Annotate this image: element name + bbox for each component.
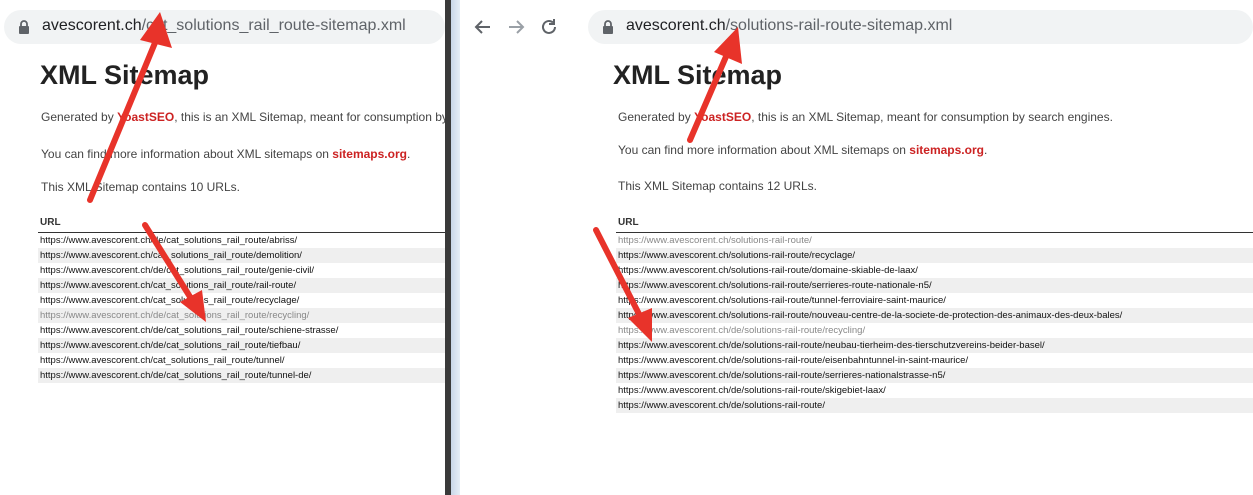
url-host: avescorent.ch: [42, 17, 142, 34]
table-row[interactable]: https://www.avescorent.ch/de/cat_solutio…: [38, 338, 445, 353]
url-path: /solutions-rail-route-sitemap.xml: [725, 17, 953, 34]
table-row[interactable]: https://www.avescorent.ch/cat_solutions_…: [38, 278, 445, 293]
yoast-link[interactable]: YoastSEO: [117, 110, 174, 124]
url-count-text: This XML Sitemap contains 10 URLs.: [41, 180, 240, 194]
lock-icon[interactable]: [600, 19, 616, 35]
info-text: You can find more information about XML …: [618, 143, 988, 157]
page-title: XML Sitemap: [40, 60, 210, 90]
sitemap-table: URL https://www.avescorent.ch/de/cat_sol…: [38, 217, 445, 383]
table-row[interactable]: https://www.avescorent.ch/de/solutions-r…: [616, 398, 1253, 413]
table-row[interactable]: https://www.avescorent.ch/de/solutions-r…: [616, 323, 1253, 338]
table-row[interactable]: https://www.avescorent.ch/de/cat_solutio…: [38, 263, 445, 278]
table-row[interactable]: https://www.avescorent.ch/cat_solutions_…: [38, 353, 445, 368]
table-row[interactable]: https://www.avescorent.ch/de/solutions-r…: [616, 353, 1253, 368]
sitemaps-org-link[interactable]: sitemaps.org: [909, 143, 984, 157]
info-text: You can find more information about XML …: [41, 147, 411, 161]
table-row[interactable]: https://www.avescorent.ch/cat_solutions_…: [38, 248, 445, 263]
generated-by-text: Generated by YoastSEO, this is an XML Si…: [41, 110, 445, 124]
table-row[interactable]: https://www.avescorent.ch/de/cat_solutio…: [38, 233, 445, 248]
left-address-bar[interactable]: avescorent.ch/cat_solutions_rail_route-s…: [4, 10, 445, 44]
lock-icon[interactable]: [16, 19, 32, 35]
left-browser-pane: avescorent.ch/cat_solutions_rail_route-s…: [0, 0, 445, 495]
table-row[interactable]: https://www.avescorent.ch/solutions-rail…: [616, 248, 1253, 263]
generated-by-text: Generated by YoastSEO, this is an XML Si…: [618, 110, 1113, 124]
sitemaps-org-link[interactable]: sitemaps.org: [332, 147, 407, 161]
back-arrow-icon[interactable]: [472, 16, 494, 38]
table-row[interactable]: https://www.avescorent.ch/de/solutions-r…: [616, 383, 1253, 398]
left-page-content: XML Sitemap Generated by YoastSEO, this …: [0, 54, 445, 495]
forward-arrow-icon[interactable]: [505, 16, 527, 38]
table-row[interactable]: https://www.avescorent.ch/de/cat_solutio…: [38, 368, 445, 383]
left-url-text[interactable]: avescorent.ch/cat_solutions_rail_route-s…: [42, 17, 406, 35]
table-row[interactable]: https://www.avescorent.ch/de/cat_solutio…: [38, 308, 445, 323]
right-url-text[interactable]: avescorent.ch/solutions-rail-route-sitem…: [626, 17, 952, 35]
table-row[interactable]: https://www.avescorent.ch/de/cat_solutio…: [38, 323, 445, 338]
yoast-link[interactable]: YoastSEO: [694, 110, 751, 124]
url-count-text: This XML Sitemap contains 12 URLs.: [618, 179, 817, 193]
table-row[interactable]: https://www.avescorent.ch/solutions-rail…: [616, 293, 1253, 308]
table-row[interactable]: https://www.avescorent.ch/de/solutions-r…: [616, 338, 1253, 353]
right-address-bar[interactable]: avescorent.ch/solutions-rail-route-sitem…: [588, 10, 1253, 44]
table-row[interactable]: https://www.avescorent.ch/de/solutions-r…: [616, 368, 1253, 383]
column-header-url: URL: [38, 217, 445, 233]
table-row[interactable]: https://www.avescorent.ch/solutions-rail…: [616, 233, 1253, 248]
sitemap-table: URL https://www.avescorent.ch/solutions-…: [616, 217, 1253, 413]
window-edge: [451, 0, 460, 495]
page-title: XML Sitemap: [613, 60, 783, 90]
left-toolbar: avescorent.ch/cat_solutions_rail_route-s…: [0, 0, 445, 54]
right-toolbar: avescorent.ch/solutions-rail-route-sitem…: [460, 0, 1253, 54]
table-row[interactable]: https://www.avescorent.ch/cat_solutions_…: [38, 293, 445, 308]
table-row[interactable]: https://www.avescorent.ch/solutions-rail…: [616, 278, 1253, 293]
url-host: avescorent.ch: [626, 17, 726, 34]
url-path: /cat_solutions_rail_route-sitemap.xml: [141, 17, 406, 34]
table-row[interactable]: https://www.avescorent.ch/solutions-rail…: [616, 308, 1253, 323]
reload-icon[interactable]: [538, 16, 560, 38]
right-page-content: XML Sitemap Generated by YoastSEO, this …: [460, 54, 1253, 495]
table-row[interactable]: https://www.avescorent.ch/solutions-rail…: [616, 263, 1253, 278]
column-header-url: URL: [616, 217, 1253, 233]
right-browser-pane: avescorent.ch/solutions-rail-route-sitem…: [460, 0, 1253, 495]
